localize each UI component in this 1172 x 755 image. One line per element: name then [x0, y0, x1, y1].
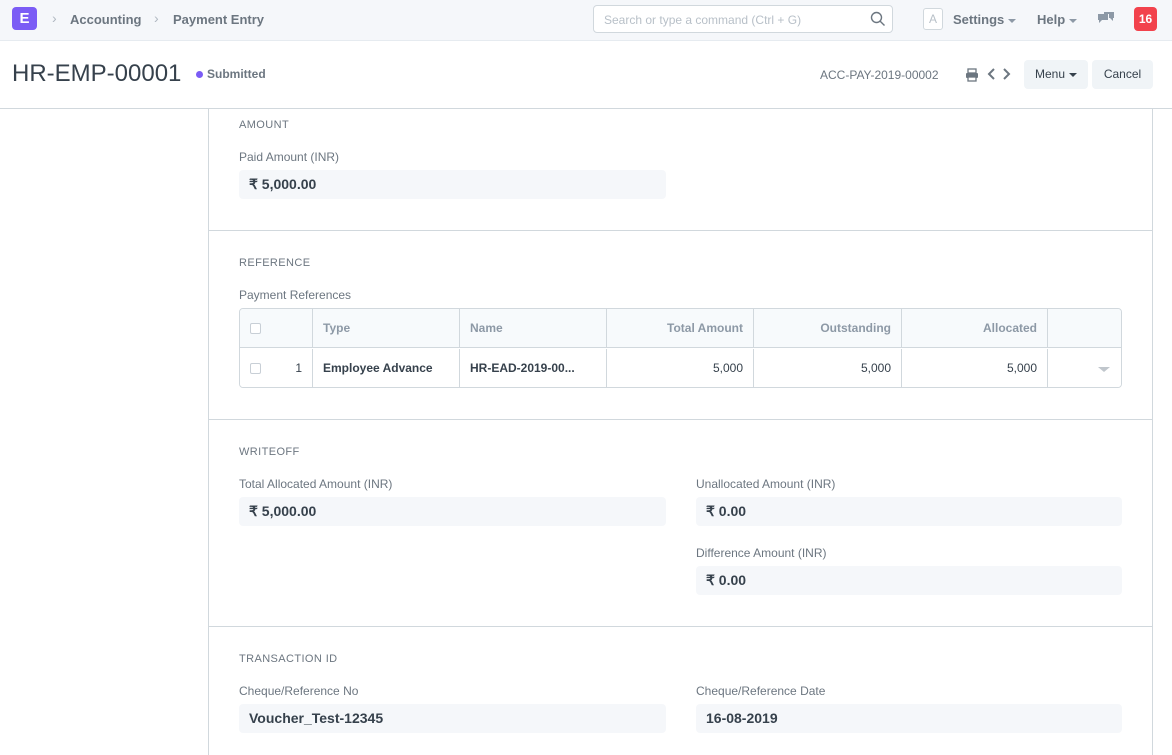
breadcrumb-payment-entry[interactable]: Payment Entry [173, 12, 264, 27]
section-heading: AMOUNT [239, 119, 290, 131]
total-allocated-label: Total Allocated Amount (INR) [239, 477, 393, 491]
payment-references-label: Payment References [239, 288, 352, 302]
navbar: E › Accounting › Payment Entry Search or… [0, 0, 1172, 41]
total-allocated-field[interactable]: ₹ 5,000.00 [239, 497, 666, 526]
caret-down-icon [1098, 367, 1110, 372]
row-index: 1 [295, 361, 302, 375]
column-header-allocated: Allocated [902, 309, 1048, 348]
row-checkbox[interactable] [250, 363, 261, 374]
reference-date-field[interactable]: 16-08-2019 [696, 704, 1122, 733]
cell-outstanding[interactable]: 5,000 [754, 349, 902, 387]
section-heading: REFERENCE [239, 257, 311, 269]
select-all-checkbox[interactable] [250, 323, 261, 334]
reference-date-label: Cheque/Reference Date [696, 684, 826, 698]
search-placeholder: Search or type a command (Ctrl + G) [604, 13, 802, 27]
form-body: AMOUNT Paid Amount (INR) ₹ 5,000.00 REFE… [208, 109, 1153, 755]
status-indicator-dot [196, 71, 203, 78]
caret-down-icon [1069, 18, 1078, 23]
column-header-total-amount: Total Amount [607, 309, 754, 348]
settings-dropdown[interactable]: Settings [953, 12, 1017, 27]
row-index-cell: 1 [240, 349, 313, 387]
caret-down-icon [1008, 18, 1017, 23]
difference-field[interactable]: ₹ 0.00 [696, 566, 1122, 595]
notification-badge[interactable]: 16 [1134, 7, 1157, 31]
user-avatar[interactable]: A [923, 8, 943, 30]
cancel-button[interactable]: Cancel [1092, 60, 1153, 89]
menu-label: Menu [1034, 67, 1066, 81]
help-label: Help [1037, 12, 1066, 27]
page-title: HR-EMP-00001 [12, 60, 182, 87]
search-icon [870, 11, 885, 26]
section-heading: WRITEOFF [239, 446, 300, 458]
breadcrumb-accounting[interactable]: Accounting [70, 12, 142, 27]
status-badge: Submitted [207, 67, 266, 81]
column-header-type: Type [313, 309, 460, 348]
previous-doc-icon[interactable] [985, 67, 997, 81]
column-header-outstanding: Outstanding [754, 309, 902, 348]
app-logo[interactable]: E [12, 7, 37, 30]
cell-type[interactable]: Employee Advance [313, 349, 460, 387]
paid-amount-field[interactable]: ₹ 5,000.00 [239, 170, 666, 199]
next-doc-icon[interactable] [1001, 67, 1013, 81]
cell-total-amount[interactable]: 5,000 [607, 349, 754, 387]
help-dropdown[interactable]: Help [1037, 12, 1078, 27]
table-row[interactable]: 1 Employee Advance HR-EAD-2019-00... 5,0… [240, 349, 1121, 387]
reference-no-label: Cheque/Reference No [239, 684, 359, 698]
unallocated-label: Unallocated Amount (INR) [696, 477, 836, 491]
chevron-right-icon: › [154, 10, 159, 26]
paid-amount-label: Paid Amount (INR) [239, 150, 340, 164]
document-name: ACC-PAY-2019-00002 [820, 68, 939, 82]
print-icon[interactable] [965, 68, 979, 82]
table-header-row: Type Name Total Amount Outstanding Alloc… [240, 309, 1121, 348]
section-transaction-id: TRANSACTION ID Cheque/Reference No Vouch… [209, 627, 1152, 755]
unallocated-field[interactable]: ₹ 0.00 [696, 497, 1122, 526]
select-all-cell [240, 309, 313, 348]
menu-button[interactable]: Menu [1024, 60, 1088, 89]
payment-references-table: Type Name Total Amount Outstanding Alloc… [239, 308, 1122, 388]
cell-name[interactable]: HR-EAD-2019-00... [460, 349, 607, 387]
column-header-name: Name [460, 309, 607, 348]
section-writeoff: WRITEOFF Total Allocated Amount (INR) ₹ … [209, 420, 1152, 627]
settings-label: Settings [953, 12, 1005, 27]
caret-down-icon [1069, 72, 1078, 77]
row-expand-cell[interactable] [1048, 349, 1121, 387]
reference-no-field[interactable]: Voucher_Test-12345 [239, 704, 666, 733]
chevron-right-icon: › [52, 10, 57, 26]
section-amount: AMOUNT Paid Amount (INR) ₹ 5,000.00 [209, 109, 1152, 231]
chat-icon[interactable] [1097, 11, 1115, 27]
section-heading: TRANSACTION ID [239, 653, 338, 665]
difference-label: Difference Amount (INR) [696, 546, 827, 560]
page-head: HR-EMP-00001 Submitted ACC-PAY-2019-0000… [0, 41, 1172, 109]
cell-allocated[interactable]: 5,000 [902, 349, 1048, 387]
column-header-actions [1048, 309, 1121, 348]
search-input[interactable]: Search or type a command (Ctrl + G) [593, 5, 893, 33]
